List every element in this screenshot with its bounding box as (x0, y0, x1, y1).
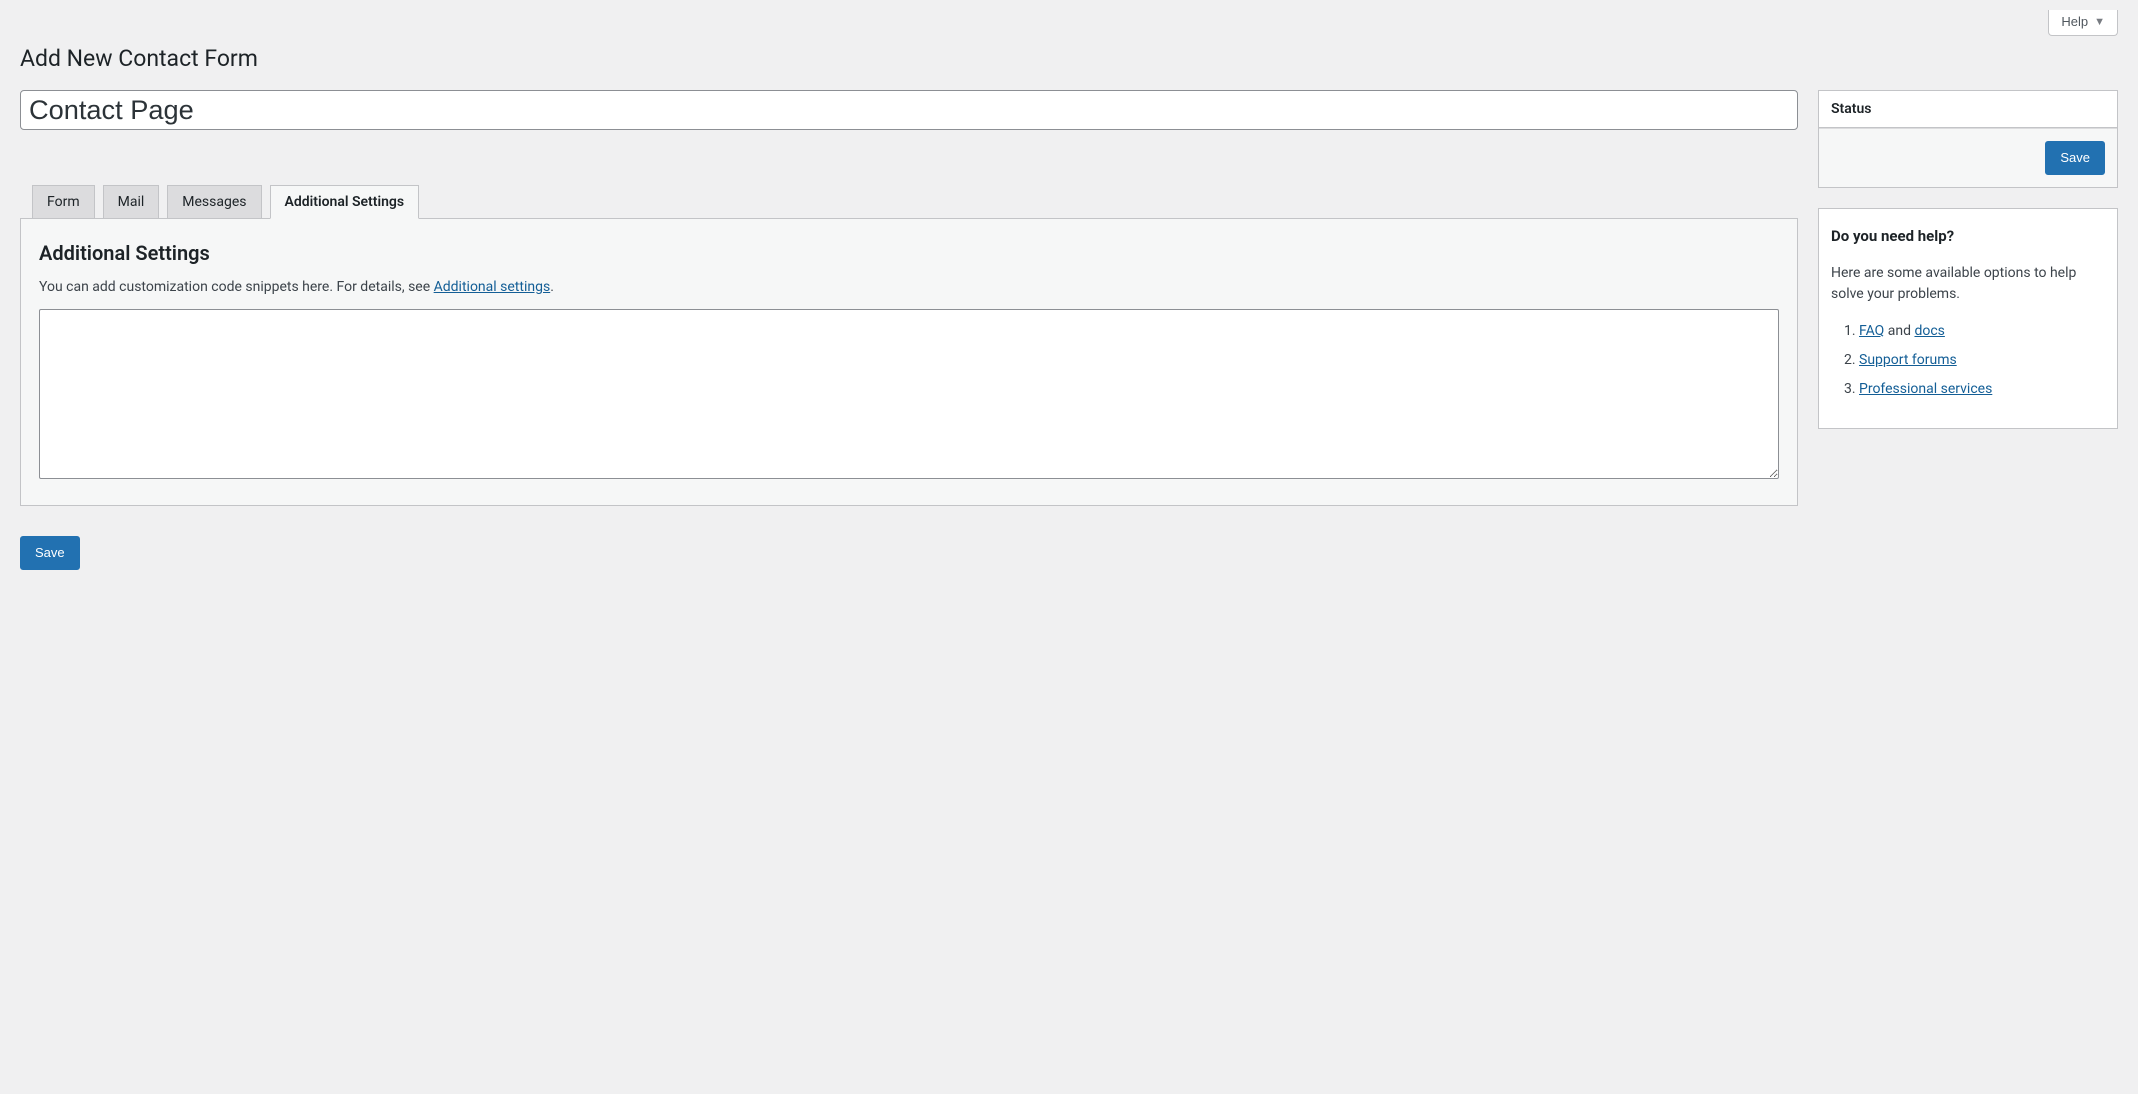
help-label: Help (2061, 14, 2088, 29)
form-title-input[interactable] (20, 90, 1798, 130)
panel-description: You can add customization code snippets … (39, 279, 1779, 295)
tab-mail[interactable]: Mail (103, 185, 160, 219)
additional-settings-link[interactable]: Additional settings (434, 279, 551, 295)
status-box: Status Save (1818, 90, 2118, 188)
help-toggle-button[interactable]: Help ▼ (2048, 10, 2118, 36)
chevron-down-icon: ▼ (2094, 16, 2105, 28)
help-item-support: Support forums (1859, 350, 2105, 371)
help-box-title: Do you need help? (1831, 227, 2105, 245)
panel-heading: Additional Settings (39, 241, 1779, 265)
professional-services-link[interactable]: Professional services (1859, 381, 1992, 397)
help-item-pro: Professional services (1859, 379, 2105, 400)
tab-form[interactable]: Form (32, 185, 95, 219)
help-item-faq-docs: FAQ and docs (1859, 321, 2105, 342)
save-button-sidebar[interactable]: Save (2045, 141, 2105, 175)
panel-description-prefix: You can add customization code snippets … (39, 279, 434, 295)
additional-settings-panel: Additional Settings You can add customiz… (20, 218, 1798, 506)
help-intro: Here are some available options to help … (1831, 263, 2105, 305)
additional-settings-textarea[interactable] (39, 309, 1779, 479)
help-box: Do you need help? Here are some availabl… (1818, 208, 2118, 429)
tab-messages[interactable]: Messages (167, 185, 261, 219)
status-box-title: Status (1831, 101, 2105, 117)
panel-description-suffix: . (550, 279, 554, 295)
support-forums-link[interactable]: Support forums (1859, 352, 1957, 368)
and-text: and (1884, 323, 1914, 339)
page-title: Add New Contact Form (20, 36, 2118, 76)
help-list: FAQ and docs Support forums Professional… (1831, 321, 2105, 400)
save-button-bottom[interactable]: Save (20, 536, 80, 570)
tab-additional-settings[interactable]: Additional Settings (270, 185, 420, 219)
tab-list: Form Mail Messages Additional Settings (20, 185, 1798, 219)
docs-link[interactable]: docs (1914, 323, 1944, 339)
faq-link[interactable]: FAQ (1859, 323, 1884, 339)
